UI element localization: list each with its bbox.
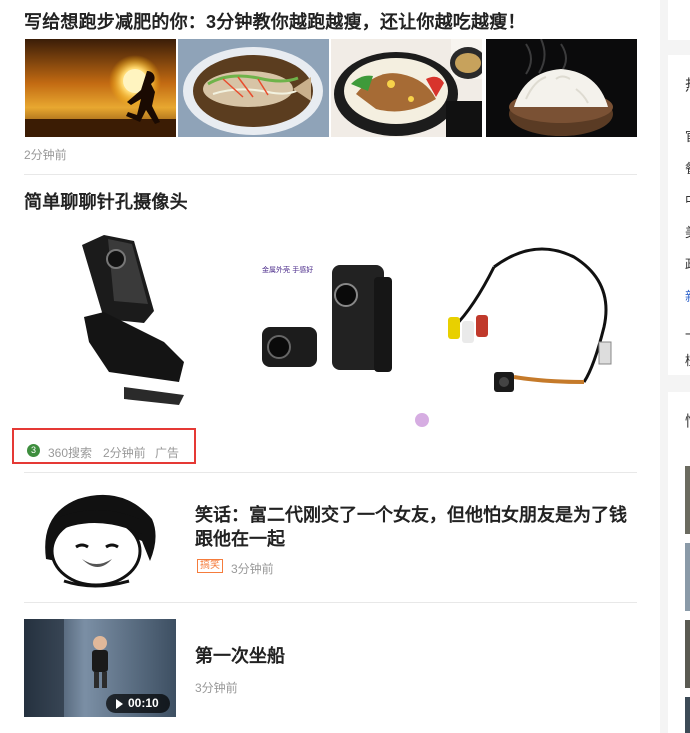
divider [24, 602, 637, 603]
sidebar-thumbnail[interactable] [685, 543, 690, 611]
mini-camera-clip-image [82, 235, 184, 405]
article-title[interactable]: 写给想跑步减肥的你：3分钟教你越跑越瘦，还让你越吃越瘦！ [24, 8, 526, 34]
sidebar-item[interactable]: 官 [685, 126, 690, 145]
video-duration: 00:10 [128, 696, 159, 710]
sidebar-item[interactable]: 中 [685, 190, 690, 209]
sunset-runner-image[interactable] [25, 39, 176, 137]
ad-title[interactable]: 简单聊聊针孔摄像头 [24, 188, 188, 214]
sidebar-thumbnail[interactable] [685, 620, 690, 688]
sidebar-heading: 情 [685, 410, 690, 431]
bento-box-image[interactable] [331, 39, 482, 137]
sidebar-thumbnail[interactable] [685, 697, 690, 733]
sidebar-thumbnail[interactable] [685, 466, 690, 534]
article-title[interactable]: 第一次坐船 [195, 644, 635, 668]
meme-face-image[interactable] [24, 489, 176, 588]
rice-bowl-image[interactable] [486, 39, 637, 137]
article-time: 3分钟前 [195, 681, 238, 695]
ad-banner-image[interactable]: 金属外壳 手感好 [24, 217, 637, 432]
sidebar-item-link[interactable]: 新 [685, 286, 690, 305]
ad-source[interactable]: 360搜索 [48, 444, 92, 461]
sidebar-item[interactable]: 植 [685, 350, 690, 369]
article-time: 2分钟前 [24, 148, 67, 162]
ad-time: 2分钟前 [103, 446, 146, 460]
sidebar-item[interactable]: 一 [685, 324, 690, 343]
banner-caption: 金属外壳 手感好 [262, 265, 313, 274]
sidebar-item[interactable]: 政 [685, 254, 690, 273]
category-tag[interactable]: 搞笑 [197, 559, 223, 573]
steamed-fish-image[interactable] [178, 39, 329, 137]
pinhole-camera-cable-image [448, 247, 612, 392]
article-time: 3分钟前 [231, 562, 274, 576]
sidebar-item[interactable]: 美 [685, 222, 690, 241]
feed-column: 写给想跑步减肥的你：3分钟教你越跑越瘦，还让你越吃越瘦！ 2分钟前 简单聊聊针孔… [0, 0, 660, 733]
divider [24, 472, 637, 473]
video-duration-badge: 00:10 [106, 694, 170, 713]
sidebar-card [668, 0, 690, 40]
sidebar-heading: 热 [685, 74, 690, 95]
play-icon [116, 699, 123, 709]
ad-label: 广告 [155, 446, 180, 460]
sidebar-item[interactable]: 餐 [685, 158, 690, 177]
ad-index-badge: 3 [27, 444, 40, 457]
divider [24, 174, 637, 175]
mini-camera-image [262, 265, 392, 372]
article-title[interactable]: 笑话：富二代刚交了一个女友，但他怕女朋友是为了钱跟他在一起 [195, 503, 635, 551]
